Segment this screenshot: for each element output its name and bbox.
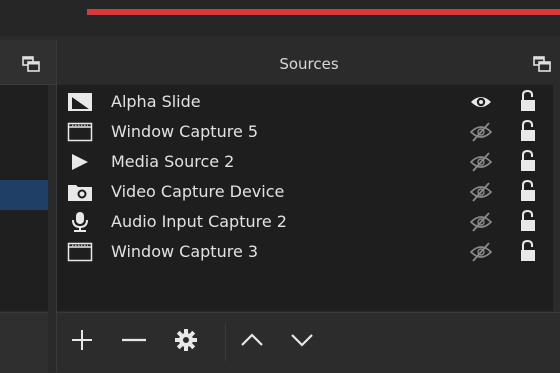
microphone-icon: [67, 212, 93, 232]
audio-level-meter: [87, 9, 560, 15]
scenes-toolbar: [0, 312, 48, 373]
toolbar-divider: [225, 323, 226, 361]
move-up-icon: [239, 328, 265, 356]
list-item[interactable]: Window Capture 5: [57, 117, 553, 147]
scenes-panel-header: [0, 40, 56, 85]
sources-panel: Sources Alpha Slide Window Capture 5 Med…: [56, 40, 560, 373]
source-label: Window Capture 5: [111, 122, 259, 141]
unlock-icon[interactable]: [519, 89, 537, 113]
undock-icon[interactable]: [533, 56, 551, 72]
move-down-button[interactable]: [285, 325, 319, 359]
eye-hidden-icon[interactable]: [469, 152, 493, 172]
source-label: Audio Input Capture 2: [111, 212, 287, 231]
scenes-panel: [0, 40, 56, 373]
eye-hidden-icon[interactable]: [469, 242, 493, 262]
list-item[interactable]: Video Capture Device: [57, 177, 553, 207]
sources-toolbar: [57, 312, 560, 373]
sources-list[interactable]: Alpha Slide Window Capture 5 Media Sourc…: [57, 85, 553, 311]
move-up-button[interactable]: [235, 325, 269, 359]
scenes-list[interactable]: [0, 85, 48, 311]
list-item[interactable]: Media Source 2: [57, 147, 553, 177]
eye-hidden-icon[interactable]: [469, 122, 493, 142]
play-icon: [67, 152, 93, 172]
sources-panel-header: Sources: [57, 40, 560, 84]
undock-icon[interactable]: [22, 56, 40, 72]
eye-hidden-icon[interactable]: [469, 212, 493, 232]
eye-icon[interactable]: [469, 92, 493, 112]
source-label: Video Capture Device: [111, 182, 285, 201]
unlock-icon[interactable]: [519, 149, 537, 173]
source-label: Alpha Slide: [111, 92, 201, 111]
source-label: Window Capture 3: [111, 242, 259, 261]
list-scroll-edge: [553, 85, 560, 311]
list-item[interactable]: Audio Input Capture 2: [57, 207, 553, 237]
unlock-icon[interactable]: [519, 179, 537, 203]
add-source-button[interactable]: [65, 325, 99, 359]
camera-icon: [67, 182, 93, 202]
remove-icon: [120, 328, 148, 356]
window-icon: [67, 242, 93, 262]
gear-icon: [174, 328, 198, 356]
sources-title: Sources: [279, 55, 339, 73]
unlock-icon[interactable]: [519, 209, 537, 233]
top-bar: [0, 0, 560, 36]
eye-hidden-icon[interactable]: [469, 182, 493, 202]
scene-item-selected[interactable]: [0, 180, 48, 210]
list-item[interactable]: Window Capture 3: [57, 237, 553, 267]
window-icon: [67, 122, 93, 142]
add-icon: [70, 328, 94, 356]
image-icon: [67, 92, 93, 112]
remove-source-button[interactable]: [117, 325, 151, 359]
source-properties-button[interactable]: [169, 325, 203, 359]
list-item[interactable]: Alpha Slide: [57, 87, 553, 117]
unlock-icon[interactable]: [519, 239, 537, 263]
source-label: Media Source 2: [111, 152, 235, 171]
move-down-icon: [289, 328, 315, 356]
unlock-icon[interactable]: [519, 119, 537, 143]
